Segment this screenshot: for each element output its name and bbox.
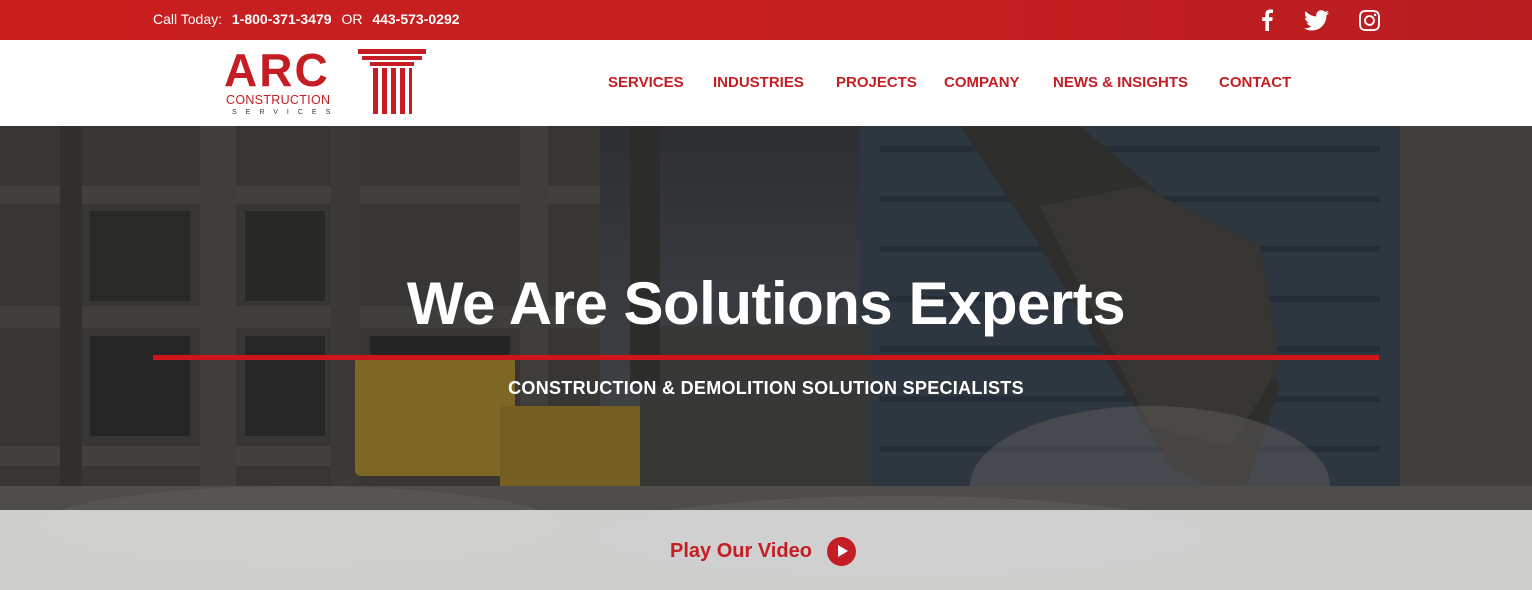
play-icon[interactable] [826,536,856,566]
hero-divider [153,355,1379,360]
hero-title: We Are Solutions Experts [406,270,1126,337]
or-separator: OR [341,11,363,27]
call-label: Call Today: [153,11,223,27]
top-bar: Call Today: 1-800-371-3479 OR 443-573-02… [0,0,1532,40]
nav-industries[interactable]: INDUSTRIES [713,74,804,91]
phone-number-primary[interactable]: 1-800-371-3479 [232,11,332,27]
nav-contact[interactable]: CONTACT [1219,74,1291,91]
hero-section: We Are Solutions Experts CONSTRUCTION & … [0,126,1532,590]
site-header: ARC CONSTRUCTION SERVICES SERVICES INDUS… [0,40,1532,126]
play-video-button[interactable]: Play Our Video [670,536,856,566]
nav-news-insights[interactable]: NEWS & INSIGHTS [1053,74,1188,91]
call-info: Call Today: 1-800-371-3479 OR 443-573-02… [153,11,466,27]
nav-services[interactable]: SERVICES [608,74,684,91]
nav-company[interactable]: COMPANY [944,74,1020,91]
phone-number-secondary[interactable]: 443-573-0292 [372,11,459,27]
facebook-icon[interactable] [1259,8,1275,32]
play-video-label: Play Our Video [670,539,812,562]
video-band: Play Our Video [0,510,1532,590]
logo-services: SERVICES [232,109,340,116]
nav-projects[interactable]: PROJECTS [836,74,917,91]
twitter-icon[interactable] [1303,8,1329,32]
hero-subtitle: CONSTRUCTION & DEMOLITION SOLUTION SPECI… [508,378,1024,398]
main-nav: SERVICES INDUSTRIES PROJECTS COMPANY NEW… [0,74,1532,94]
logo-construction: CONSTRUCTION [226,93,331,107]
instagram-icon[interactable] [1358,8,1380,32]
